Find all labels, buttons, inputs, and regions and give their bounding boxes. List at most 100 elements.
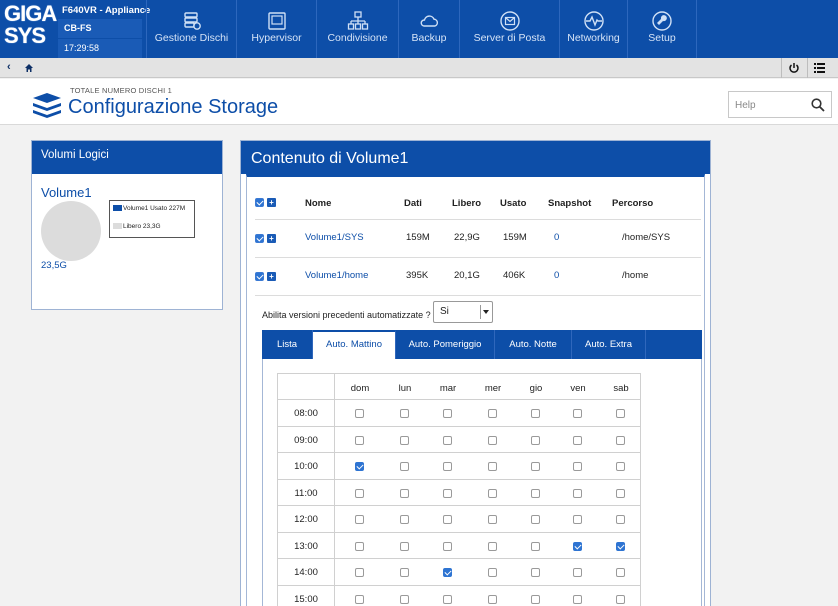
schedule-checkbox-mer[interactable]	[488, 515, 497, 524]
volume-link[interactable]: Volume1/home	[305, 270, 368, 281]
schedule-checkbox-gio[interactable]	[531, 541, 540, 551]
time-label: 08:00	[294, 408, 318, 419]
nav-server-di-posta[interactable]: Server di Posta	[459, 0, 559, 58]
row-checkbox[interactable]	[255, 272, 264, 281]
nav-condivisione[interactable]: Condivisione	[316, 0, 398, 58]
schedule-checkbox-gio[interactable]	[531, 435, 540, 445]
schedule-checkbox-dom[interactable]	[355, 488, 364, 498]
schedule-checkbox-ven[interactable]	[573, 515, 582, 524]
schedule-checkbox-ven[interactable]	[573, 594, 582, 604]
list-menu-icon[interactable]	[814, 63, 825, 73]
add-icon[interactable]: +	[267, 198, 276, 207]
tab-lista[interactable]: Lista	[262, 330, 313, 359]
schedule-checkbox-lun[interactable]	[400, 568, 409, 577]
schedule-checkbox-ven[interactable]	[573, 409, 582, 418]
schedule-checkbox-ven[interactable]	[573, 435, 582, 445]
snapshot-count-link[interactable]: 0	[554, 232, 559, 243]
volume-name[interactable]: Volume1	[41, 185, 92, 200]
select-all-checkbox[interactable]	[255, 198, 264, 207]
tab-auto-pomeriggio[interactable]: Auto. Pomeriggio	[396, 330, 495, 359]
snapshot-count-link[interactable]: 0	[554, 270, 559, 281]
schedule-checkbox-dom[interactable]	[355, 568, 364, 577]
expand-icon[interactable]: +	[267, 234, 276, 243]
schedule-checkbox-sab[interactable]	[616, 541, 625, 551]
schedule-checkbox-dom[interactable]	[355, 435, 364, 445]
schedule-checkbox-lun[interactable]	[400, 541, 409, 551]
nav-networking[interactable]: Networking	[559, 0, 627, 58]
schedule-checkbox-lun[interactable]	[400, 435, 409, 445]
row-checkbox[interactable]	[255, 234, 264, 243]
schedule-checkbox-ven[interactable]	[573, 568, 582, 577]
cell-usato: 159M	[503, 232, 527, 243]
schedule-checkbox-dom[interactable]	[355, 541, 364, 551]
day-header-mar: mar	[439, 383, 457, 394]
tab-auto-mattino[interactable]: Auto. Mattino	[313, 330, 396, 359]
schedule-checkbox-gio[interactable]	[531, 488, 540, 498]
search-icon[interactable]	[811, 98, 825, 112]
nav-hypervisor[interactable]: Hypervisor	[236, 0, 316, 58]
schedule-checkbox-mar[interactable]	[443, 568, 452, 577]
schedule-checkbox-dom[interactable]	[355, 594, 364, 604]
schedule-checkbox-mar[interactable]	[443, 462, 452, 471]
schedule-checkbox-dom[interactable]	[355, 515, 364, 524]
schedule-checkbox-ven[interactable]	[573, 541, 582, 551]
schedule-checkbox-mer[interactable]	[488, 568, 497, 577]
schedule-checkbox-gio[interactable]	[531, 409, 540, 418]
power-icon[interactable]	[788, 62, 800, 74]
schedule-checkbox-sab[interactable]	[616, 462, 625, 471]
nav-gestione-dischi[interactable]: Gestione Dischi	[146, 0, 236, 58]
schedule-checkbox-lun[interactable]	[400, 488, 409, 498]
legend-swatch-used	[113, 205, 122, 211]
schedule-checkbox-mar[interactable]	[443, 409, 452, 418]
schedule-checkbox-ven[interactable]	[573, 488, 582, 498]
schedule-checkbox-sab[interactable]	[616, 594, 625, 604]
schedule-checkbox-gio[interactable]	[531, 462, 540, 471]
storage-stack-icon	[33, 93, 61, 118]
schedule-checkbox-lun[interactable]	[400, 515, 409, 524]
schedule-checkbox-gio[interactable]	[531, 515, 540, 524]
help-search-input[interactable]	[735, 98, 805, 112]
auto-versions-select[interactable]: Si	[433, 301, 493, 323]
schedule-checkbox-mar[interactable]	[443, 594, 452, 604]
wrench-icon	[652, 11, 672, 31]
nav-setup[interactable]: Setup	[627, 0, 697, 58]
expand-icon[interactable]: +	[267, 272, 276, 281]
schedule-checkbox-sab[interactable]	[616, 568, 625, 577]
schedule-checkbox-mer[interactable]	[488, 488, 497, 498]
schedule-checkbox-dom[interactable]	[355, 409, 364, 418]
schedule-checkbox-mar[interactable]	[443, 488, 452, 498]
top-bar: GIGA SYS F640VR - Appliance CB-FS 17:29:…	[0, 0, 838, 58]
schedule-checkbox-dom[interactable]	[355, 462, 364, 471]
schedule-checkbox-mer[interactable]	[488, 594, 497, 604]
schedule-row: 10:00	[278, 453, 640, 480]
schedule-checkbox-mer[interactable]	[488, 409, 497, 418]
time-label: 13:00	[294, 540, 318, 552]
schedule-checkbox-sab[interactable]	[616, 515, 625, 524]
gigasys-logo[interactable]: GIGA SYS	[4, 3, 57, 53]
schedule-checkbox-mar[interactable]	[443, 435, 452, 445]
volume-link[interactable]: Volume1/SYS	[305, 232, 364, 243]
schedule-checkbox-mar[interactable]	[443, 515, 452, 524]
schedule-checkbox-sab[interactable]	[616, 409, 625, 418]
schedule-checkbox-gio[interactable]	[531, 568, 540, 577]
tab-auto-extra[interactable]: Auto. Extra	[572, 330, 646, 359]
schedule-checkbox-sab[interactable]	[616, 435, 625, 445]
schedule-checkbox-lun[interactable]	[400, 409, 409, 418]
schedule-checkbox-mer[interactable]	[488, 541, 497, 551]
tab-auto-notte[interactable]: Auto. Notte	[495, 330, 572, 359]
schedule-checkbox-mer[interactable]	[488, 435, 497, 445]
nav-backup[interactable]: Backup	[398, 0, 459, 58]
schedule-checkbox-gio[interactable]	[531, 594, 540, 604]
schedule-checkbox-lun[interactable]	[400, 462, 409, 471]
schedule-checkbox-mer[interactable]	[488, 462, 497, 471]
grid-divider	[334, 400, 335, 426]
back-chevron-icon[interactable]: ‹	[7, 61, 11, 73]
schedule-checkbox-mar[interactable]	[443, 541, 452, 551]
cell-libero: 20,1G	[454, 270, 480, 281]
schedule-checkbox-sab[interactable]	[616, 488, 625, 498]
grid-divider	[334, 585, 335, 606]
legend-used-label: Volume1 Usato 227M	[123, 205, 186, 212]
home-icon[interactable]	[24, 63, 34, 73]
schedule-checkbox-lun[interactable]	[400, 594, 409, 604]
schedule-checkbox-ven[interactable]	[573, 462, 582, 471]
